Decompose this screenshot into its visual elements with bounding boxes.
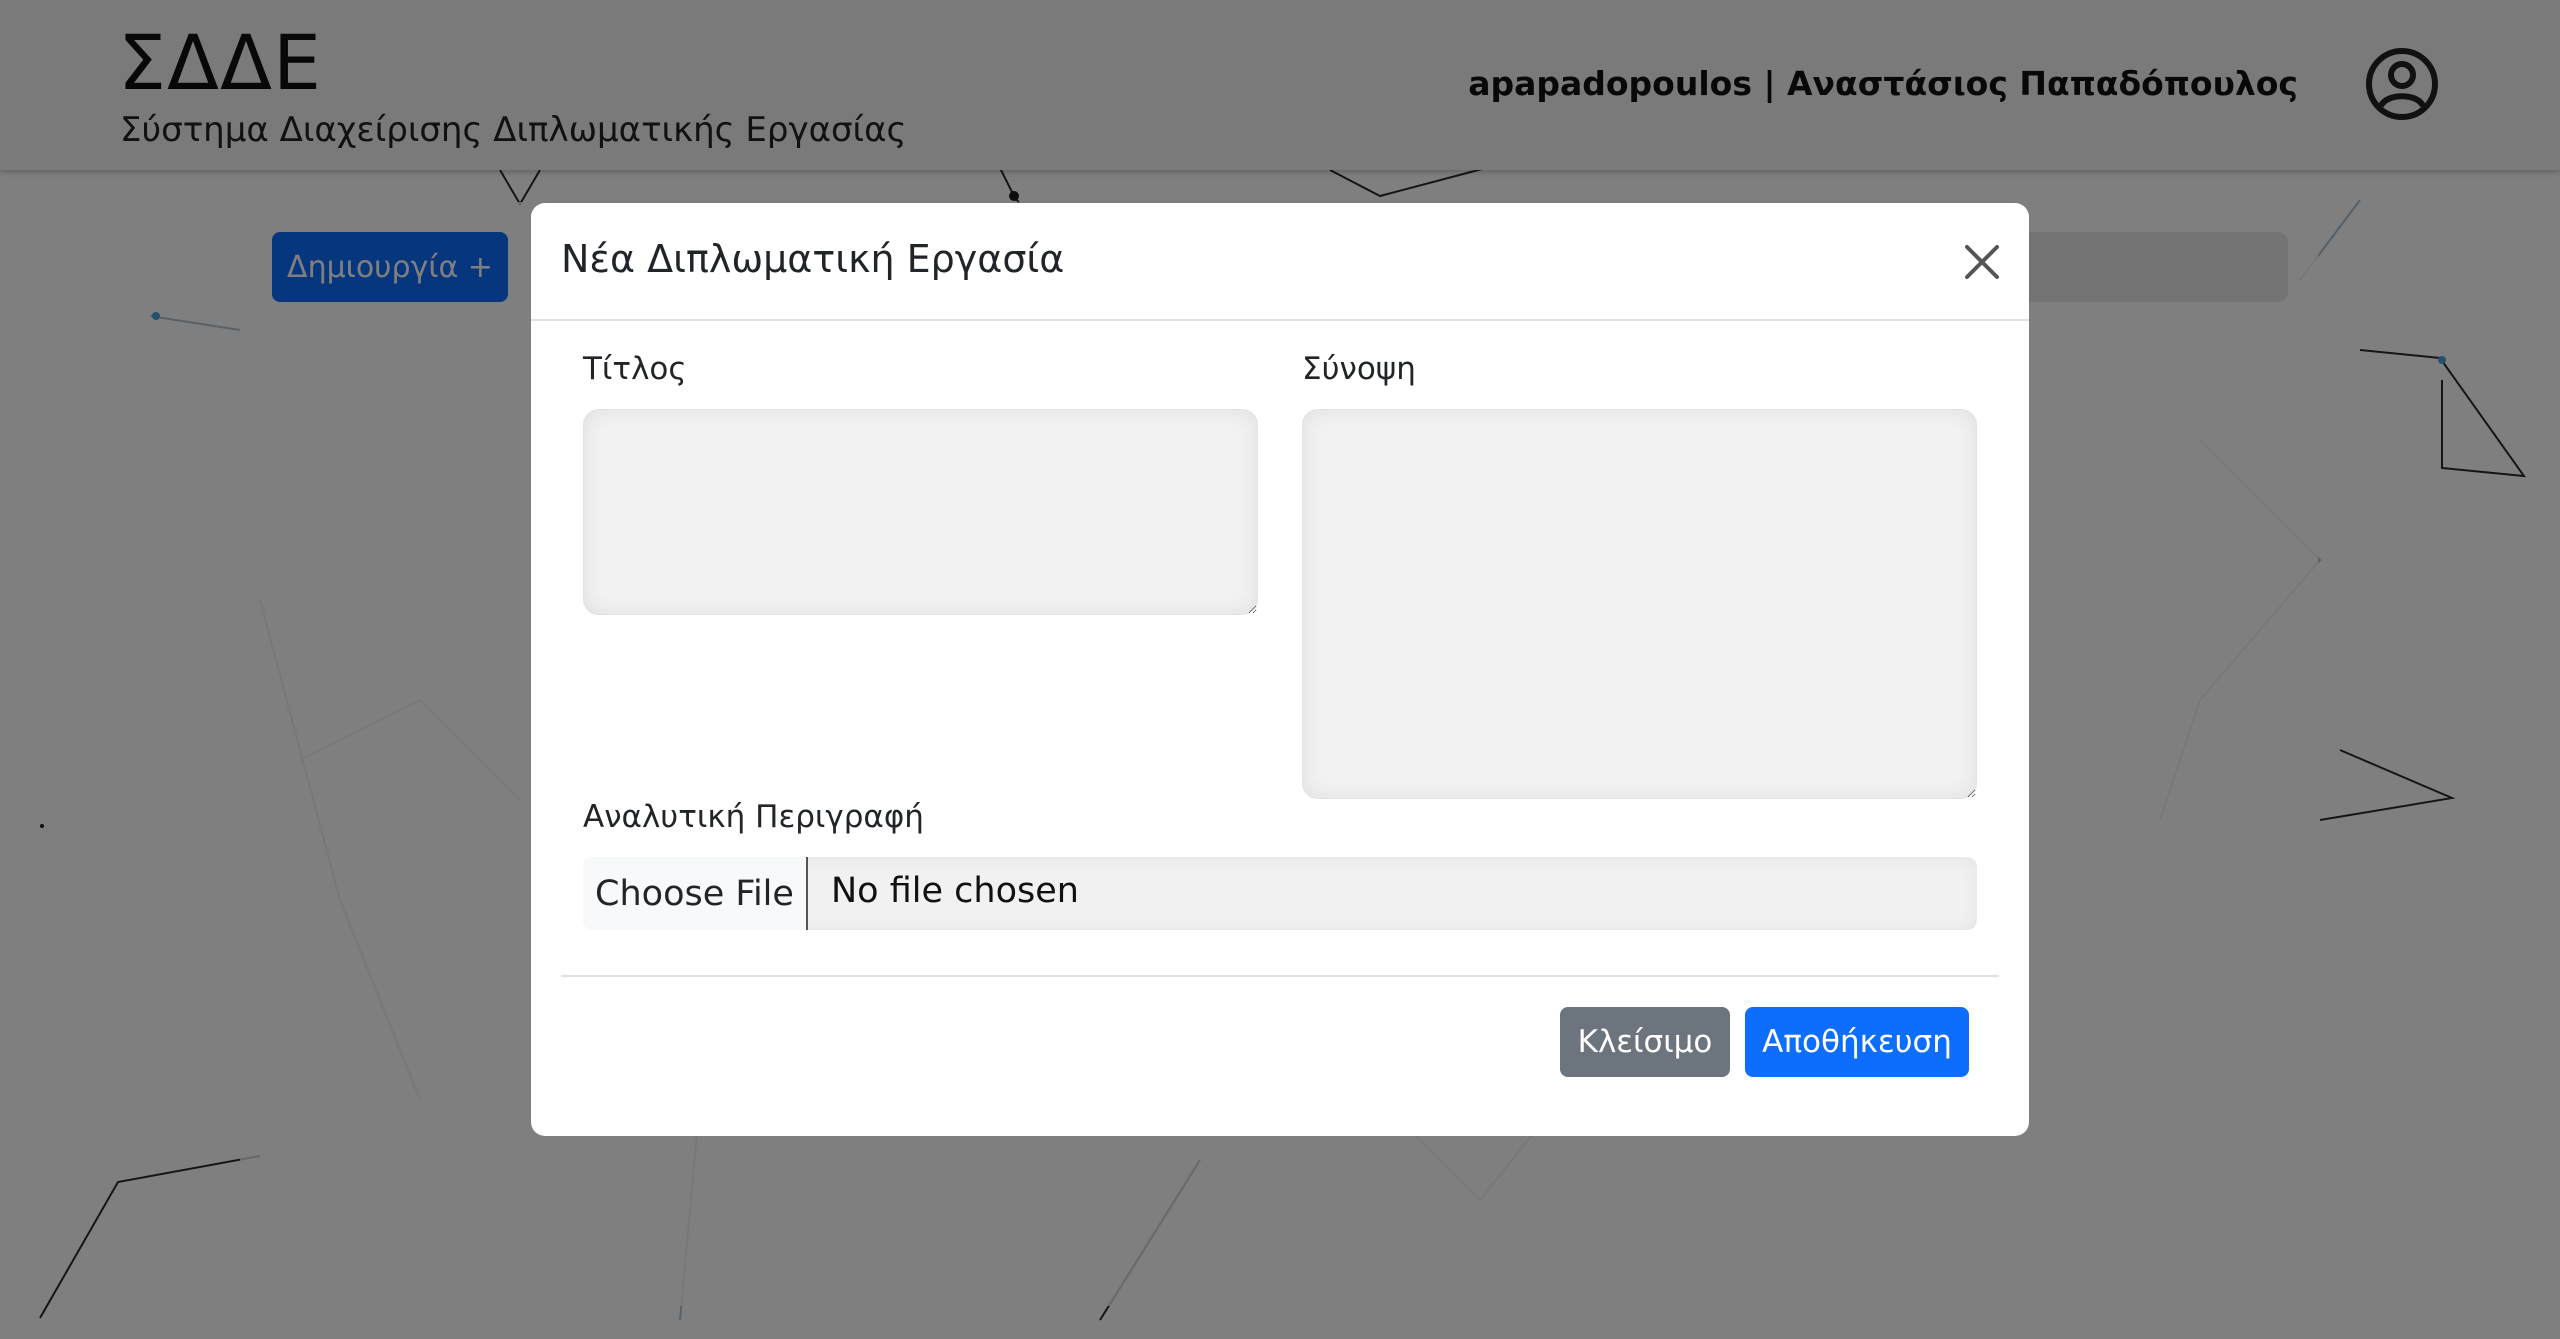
summary-textarea[interactable] xyxy=(1302,409,1977,799)
close-button[interactable]: Κλείσιμο xyxy=(1560,1007,1730,1077)
close-icon[interactable] xyxy=(1959,239,2005,285)
modal-footer-divider xyxy=(561,975,1999,977)
choose-file-button[interactable]: Choose File xyxy=(583,857,808,930)
title-textarea[interactable] xyxy=(583,409,1258,615)
description-label: Αναλυτική Περιγραφή xyxy=(583,799,924,835)
save-button[interactable]: Αποθήκευση xyxy=(1745,1007,1969,1077)
summary-label: Σύνοψη xyxy=(1302,351,1416,387)
modal-title: Νέα Διπλωματική Εργασία xyxy=(561,237,1065,281)
new-thesis-modal: Νέα Διπλωματική Εργασία Τίτλος Σύνοψη Αν… xyxy=(531,203,2029,1136)
description-file-input[interactable]: Choose File No file chosen xyxy=(583,857,1977,930)
title-label: Τίτλος xyxy=(583,351,687,387)
modal-header: Νέα Διπλωματική Εργασία xyxy=(531,203,2029,321)
file-status-text: No file chosen xyxy=(831,871,1079,911)
